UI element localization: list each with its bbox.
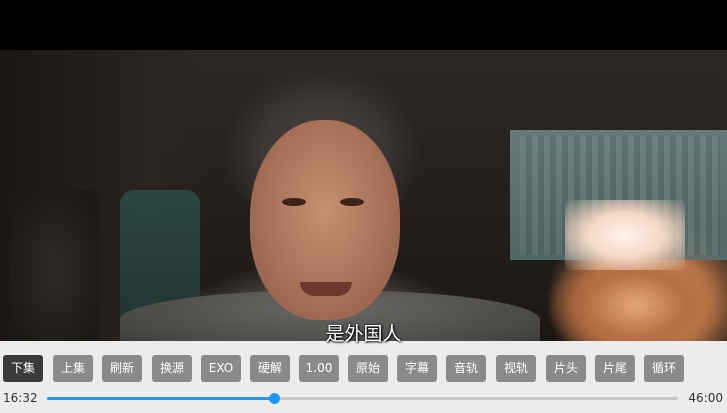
letterbox-top — [0, 0, 727, 50]
control-panel: 下集 上集 刷新 换源 EXO 硬解 1.00 原始 字幕 音轨 视轨 片头 片尾 循环 16:32 46… — [0, 341, 727, 413]
subtitle-track-button[interactable]: 字幕 — [397, 355, 437, 382]
foreground-light — [565, 200, 685, 270]
previous-episode-button[interactable]: 上集 — [53, 355, 93, 382]
seek-bar[interactable] — [47, 393, 678, 404]
person-eye-right — [340, 198, 364, 206]
background-curtain-texture — [520, 135, 720, 255]
skip-intro-button[interactable]: 片头 — [546, 355, 586, 382]
seek-bar-progress — [47, 397, 274, 400]
playback-speed-button[interactable]: 1.00 — [299, 355, 339, 382]
aspect-ratio-button[interactable]: 原始 — [348, 355, 388, 382]
seek-bar-thumb[interactable] — [268, 393, 280, 404]
total-time: 46:00 — [688, 391, 723, 405]
person-mouth — [300, 282, 352, 296]
video-frame[interactable] — [0, 50, 727, 350]
background-chair — [120, 190, 200, 340]
subtitle-text: 是外国人 — [325, 323, 402, 345]
exo-player-button[interactable]: EXO — [201, 355, 241, 382]
control-button-row: 下集 上集 刷新 换源 EXO 硬解 1.00 原始 字幕 音轨 视轨 片头 片尾 循环 — [3, 355, 684, 382]
refresh-button[interactable]: 刷新 — [102, 355, 142, 382]
video-track-button[interactable]: 视轨 — [496, 355, 536, 382]
background-curtain — [510, 130, 727, 260]
video-player[interactable]: 是外国人 下集 上集 刷新 换源 EXO 硬解 1.00 原始 字幕 音轨 视轨 片头 片尾 循环 16:… — [0, 0, 727, 413]
person-hair — [222, 58, 422, 228]
background-wall — [0, 50, 210, 350]
person-eye-left — [282, 198, 306, 206]
hardware-decode-button[interactable]: 硬解 — [250, 355, 290, 382]
person-face — [250, 120, 400, 320]
change-source-button[interactable]: 换源 — [152, 355, 192, 382]
next-episode-button[interactable]: 下集 — [3, 355, 43, 382]
loop-button[interactable]: 循环 — [644, 355, 684, 382]
skip-outro-button[interactable]: 片尾 — [595, 355, 635, 382]
audio-track-button[interactable]: 音轨 — [446, 355, 486, 382]
current-time: 16:32 — [3, 391, 38, 405]
